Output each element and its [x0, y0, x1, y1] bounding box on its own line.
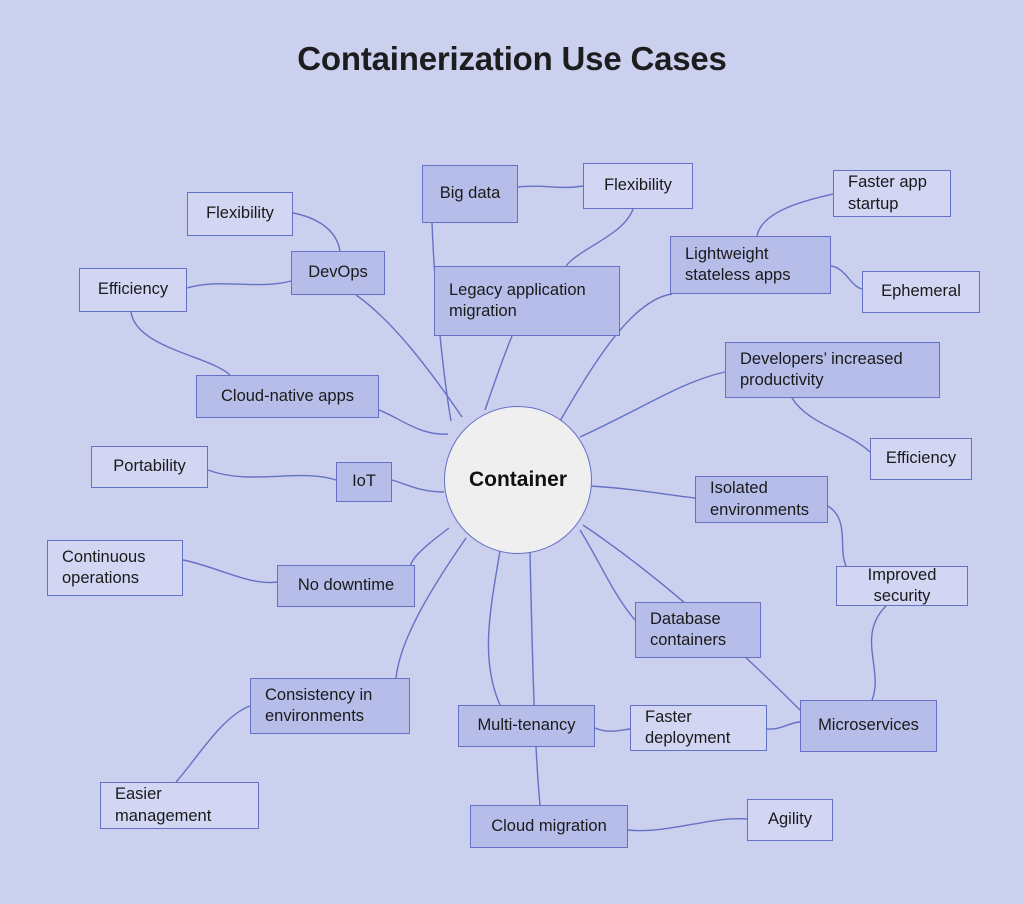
node-label-agility: Agility — [767, 810, 812, 829]
node-label-big-data: Big data — [439, 184, 501, 203]
node-label-multi-tenancy: Multi-tenancy — [477, 716, 576, 735]
node-label-devops: DevOps — [308, 263, 368, 282]
node-efficiency-devops[interactable]: Efficiency — [79, 268, 187, 312]
center-node-label: Container — [468, 468, 567, 491]
node-label-consistency-in-environments: Consistency in environments — [265, 685, 373, 725]
edge-developers-increased-productivity-to-efficiency-devprod — [791, 397, 871, 453]
node-cloud-native-apps[interactable]: Cloud-native apps — [196, 375, 379, 418]
edge-big-data-to-flexibility-bigdata — [517, 185, 584, 189]
node-devops[interactable]: DevOps — [291, 251, 385, 295]
node-developers-increased-productivity[interactable]: Developers’ increased productivity — [725, 342, 940, 398]
edge-consistency-in-environments-to-easier-management — [175, 705, 251, 783]
node-ephemeral[interactable]: Ephemeral — [862, 271, 980, 313]
node-label-iot: IoT — [352, 472, 376, 491]
center-node-container[interactable]: Container — [444, 406, 592, 554]
edge-center-to-developers-increased-productivity — [579, 371, 726, 438]
node-improved-security[interactable]: Improved security — [836, 566, 968, 606]
node-continuous-operations[interactable]: Continuous operations — [47, 540, 183, 596]
edge-center-to-isolated-environments — [587, 485, 696, 499]
node-portability[interactable]: Portability — [91, 446, 208, 488]
node-label-faster-app-startup: Faster app startup — [848, 173, 927, 213]
node-label-flexibility-devops: Flexibility — [206, 204, 274, 223]
edge-faster-deployment-to-microservices — [766, 721, 801, 730]
node-flexibility-devops[interactable]: Flexibility — [187, 192, 293, 236]
node-multi-tenancy[interactable]: Multi-tenancy — [458, 705, 595, 747]
node-cloud-migration[interactable]: Cloud migration — [470, 805, 628, 848]
edge-center-to-no-downtime — [409, 527, 450, 579]
node-label-database-containers: Database containers — [650, 609, 727, 649]
edge-multi-tenancy-to-faster-deployment — [594, 727, 631, 732]
node-label-efficiency-devops: Efficiency — [97, 280, 169, 299]
edge-center-to-database-containers — [579, 529, 636, 621]
edge-cloud-migration-to-agility — [627, 817, 748, 832]
node-isolated-environments[interactable]: Isolated environments — [695, 476, 828, 523]
edge-center-to-iot — [391, 479, 445, 493]
node-label-cloud-native-apps: Cloud-native apps — [221, 386, 354, 405]
node-easier-management[interactable]: Easier management — [100, 782, 259, 829]
edge-center-to-cloud-native-apps — [378, 409, 449, 435]
node-legacy-app-migration[interactable]: Legacy application migration — [434, 266, 620, 336]
node-database-containers[interactable]: Database containers — [635, 602, 761, 658]
edge-center-to-consistency-in-environments — [395, 537, 467, 679]
edge-isolated-environments-to-improved-security — [827, 505, 847, 567]
node-faster-deployment[interactable]: Faster deployment — [630, 705, 767, 751]
node-label-flexibility-bigdata: Flexibility — [604, 176, 672, 195]
edge-continuous-operations-to-no-downtime — [182, 559, 278, 584]
node-no-downtime[interactable]: No downtime — [277, 565, 415, 607]
node-label-continuous-operations: Continuous operations — [62, 547, 146, 587]
node-label-isolated-environments: Isolated environments — [710, 479, 810, 519]
edge-center-to-legacy-app-migration — [484, 335, 513, 411]
node-label-ephemeral: Ephemeral — [881, 282, 961, 301]
edge-devops-to-efficiency-devops — [186, 280, 292, 289]
page-title: Containerization Use Cases — [297, 40, 727, 77]
node-label-microservices: Microservices — [818, 716, 919, 735]
node-agility[interactable]: Agility — [747, 799, 833, 841]
node-label-easier-management: Easier management — [115, 785, 212, 825]
node-label-improved-security: Improved security — [867, 565, 937, 605]
edge-efficiency-devops-to-cloud-native-apps — [130, 311, 231, 376]
edge-portability-to-iot — [207, 469, 337, 481]
node-label-cloud-migration: Cloud migration — [491, 816, 607, 835]
node-microservices[interactable]: Microservices — [800, 700, 937, 752]
mindmap-canvas: Containerization Use Cases Big data Flexi… — [0, 0, 1024, 904]
node-label-legacy-app-migration: Legacy application migration — [449, 280, 586, 320]
edge-center-to-multi-tenancy — [487, 550, 501, 706]
node-faster-app-startup[interactable]: Faster app startup — [833, 170, 951, 217]
node-label-developers-increased-productivity: Developers’ increased productivity — [740, 349, 903, 389]
edge-lightweight-stateless-apps-to-ephemeral — [830, 265, 863, 290]
node-flexibility-bigdata[interactable]: Flexibility — [583, 163, 693, 209]
node-label-no-downtime: No downtime — [297, 576, 395, 595]
node-efficiency-devprod[interactable]: Efficiency — [870, 438, 972, 480]
edge-flexibility-bigdata-to-legacy-app-migration — [565, 208, 634, 267]
node-big-data[interactable]: Big data — [422, 165, 518, 223]
edge-microservices-to-improved-security — [870, 605, 887, 701]
edge-lightweight-stateless-apps-to-faster-app-startup — [756, 193, 834, 237]
edge-center-to-cloud-migration — [529, 551, 541, 806]
node-lightweight-stateless-apps[interactable]: Lightweight stateless apps — [670, 236, 831, 294]
node-label-lightweight-stateless-apps: Lightweight stateless apps — [685, 244, 791, 284]
node-label-faster-deployment: Faster deployment — [645, 707, 731, 747]
node-label-portability: Portability — [113, 457, 186, 476]
node-consistency-in-environments[interactable]: Consistency in environments — [250, 678, 410, 734]
node-label-efficiency-devprod: Efficiency — [885, 449, 957, 468]
node-iot[interactable]: IoT — [336, 462, 392, 502]
edge-devops-to-flexibility-devops — [292, 212, 341, 252]
